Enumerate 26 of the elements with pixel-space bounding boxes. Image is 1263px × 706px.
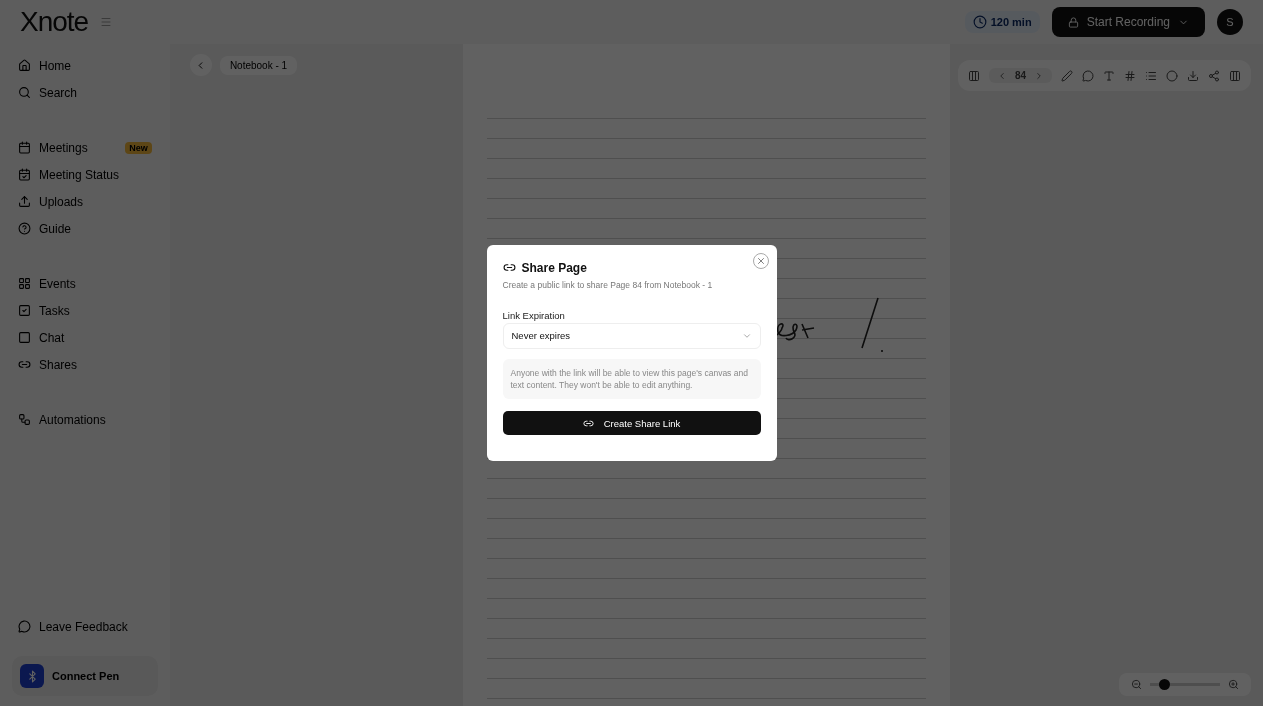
sidebar-item[interactable]: Search xyxy=(12,81,158,104)
dialog-title: Share Page xyxy=(521,260,587,275)
expiration-select[interactable]: Never expires xyxy=(502,322,761,349)
usage-badge: 120 min xyxy=(964,11,1040,33)
sidebar-item[interactable]: Meeting Status xyxy=(12,163,158,186)
connect-pen-card[interactable]: Connect Pen xyxy=(12,656,158,696)
start-recording-button[interactable]: Start Recording xyxy=(1051,7,1205,37)
field-label: Link Expiration xyxy=(502,309,566,321)
new-badge: New xyxy=(125,141,152,154)
breadcrumb[interactable]: Notebook - 1 xyxy=(219,55,298,75)
sidebar-item[interactable]: Guide xyxy=(12,217,158,240)
info-note: Anyone with the link will be able to view this page's canvas and text content. They won't be able to edit anything. xyxy=(502,358,761,400)
sidebar-item[interactable]: Meetings New xyxy=(12,136,158,159)
sidebar-item[interactable]: Chat xyxy=(12,326,158,349)
feedback-link[interactable]: Leave Feedback xyxy=(12,615,158,638)
page-navigator[interactable]: 84 xyxy=(988,68,1052,83)
sidebar-item[interactable]: Events xyxy=(12,272,158,295)
create-share-link-button[interactable]: Create Share Link xyxy=(502,411,761,436)
sidebar-item[interactable]: Shares xyxy=(12,353,158,376)
sidebar-item[interactable]: Tasks xyxy=(12,299,158,322)
app-logo: Xnote xyxy=(20,6,89,38)
sidebar-item[interactable]: Automations xyxy=(12,408,158,431)
sidebar-item[interactable]: Uploads xyxy=(12,190,158,213)
avatar[interactable]: S xyxy=(1217,9,1243,35)
sidebar-item[interactable]: Home xyxy=(12,54,158,77)
dialog-subtitle: Create a public link to share Page 84 from Notebook - 1 xyxy=(502,279,714,290)
